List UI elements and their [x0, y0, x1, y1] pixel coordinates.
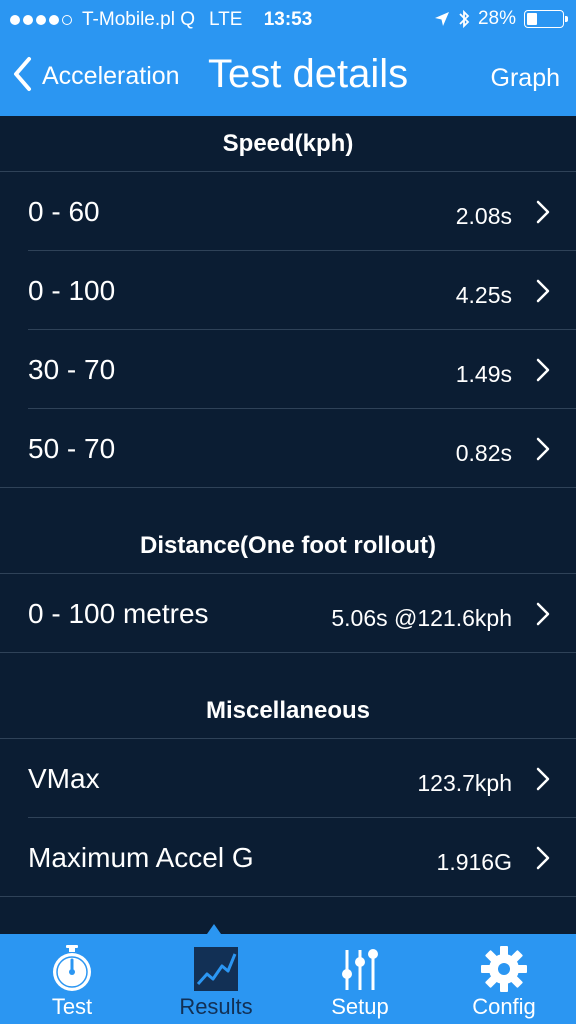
tab-test[interactable]: Test: [0, 934, 144, 1024]
gear-icon: [481, 946, 527, 992]
status-left: T-Mobile.pl Q LTE: [10, 9, 242, 31]
battery-icon: [524, 10, 568, 28]
row-label: 30 - 70: [28, 354, 116, 385]
page-title: Test details: [208, 52, 409, 96]
chevron-right-icon: [536, 200, 550, 224]
chart-icon: [194, 947, 238, 991]
tab-results[interactable]: Results: [144, 934, 288, 1024]
graph-button[interactable]: Graph: [491, 64, 560, 93]
active-tab-pointer: [207, 924, 221, 934]
tab-config[interactable]: Config: [432, 934, 576, 1024]
list-row[interactable]: 30 - 70 1.49s: [0, 330, 576, 409]
tab-label: Results: [179, 994, 253, 1019]
tab-label: Config: [472, 994, 536, 1019]
chevron-right-icon: [536, 279, 550, 303]
section-header-misc: Miscellaneous: [0, 683, 576, 739]
chevron-right-icon: [536, 846, 550, 870]
carrier-label: T-Mobile.pl Q: [82, 9, 195, 30]
list-row[interactable]: 50 - 70 0.82s: [0, 409, 576, 488]
chevron-left-icon: [14, 57, 31, 91]
row-label: VMax: [28, 763, 100, 794]
row-divider: [0, 487, 576, 488]
list-row[interactable]: 0 - 60 2.08s: [0, 172, 576, 251]
list-row[interactable]: 0 - 100 4.25s: [0, 251, 576, 330]
navigation-bar: Acceleration Test details Graph: [0, 44, 576, 110]
row-divider: [0, 896, 576, 897]
row-label: Maximum Accel G: [28, 842, 254, 873]
row-label: 50 - 70: [28, 433, 116, 464]
row-label: 0 - 100: [28, 275, 116, 306]
row-label: 0 - 60: [28, 196, 100, 227]
top-bar: T-Mobile.pl Q LTE 13:53 28% Acceleration…: [0, 0, 576, 116]
tab-label: Test: [51, 994, 93, 1019]
row-value: 1.916G: [436, 849, 512, 875]
status-bar: T-Mobile.pl Q LTE 13:53 28%: [0, 0, 576, 40]
signal-strength-icon: [10, 15, 72, 25]
row-value: 123.7kph: [417, 770, 512, 796]
tab-bar: Test Results Setup Config: [0, 934, 576, 1024]
screen: T-Mobile.pl Q LTE 13:53 28% Acceleration…: [0, 0, 576, 1024]
details-list: Speed(kph) 0 - 60 2.08s 0 - 100 4.25s 30…: [0, 116, 576, 934]
row-value: 5.06s @121.6kph: [331, 605, 512, 631]
section-header-distance: Distance(One foot rollout): [0, 518, 576, 574]
tab-setup[interactable]: Setup: [288, 934, 432, 1024]
row-value: 1.49s: [455, 361, 512, 387]
network-label: LTE: [208, 9, 243, 30]
chevron-right-icon: [536, 602, 550, 626]
bluetooth-icon: [459, 9, 470, 29]
battery-percent: 28%: [477, 8, 516, 29]
sliders-icon: [342, 949, 378, 990]
chevron-right-icon: [536, 437, 550, 461]
section-header-speed: Speed(kph): [0, 116, 576, 172]
status-right: 28%: [434, 8, 568, 30]
row-value: 0.82s: [455, 440, 512, 466]
list-row[interactable]: VMax 123.7kph: [0, 739, 576, 818]
chevron-right-icon: [536, 358, 550, 382]
row-value: 2.08s: [455, 203, 512, 229]
location-arrow-icon: [434, 12, 449, 26]
list-row[interactable]: Maximum Accel G 1.916G: [0, 818, 576, 897]
tab-label: Setup: [331, 994, 389, 1019]
chevron-right-icon: [536, 767, 550, 791]
stopwatch-icon: [53, 945, 91, 991]
row-value: 4.25s: [455, 282, 512, 308]
back-button[interactable]: Acceleration: [12, 56, 180, 92]
back-button-label: Acceleration: [42, 61, 180, 90]
row-divider: [0, 652, 576, 653]
row-label: 0 - 100 metres: [28, 598, 209, 629]
list-row[interactable]: 0 - 100 metres 5.06s @121.6kph: [0, 574, 576, 653]
